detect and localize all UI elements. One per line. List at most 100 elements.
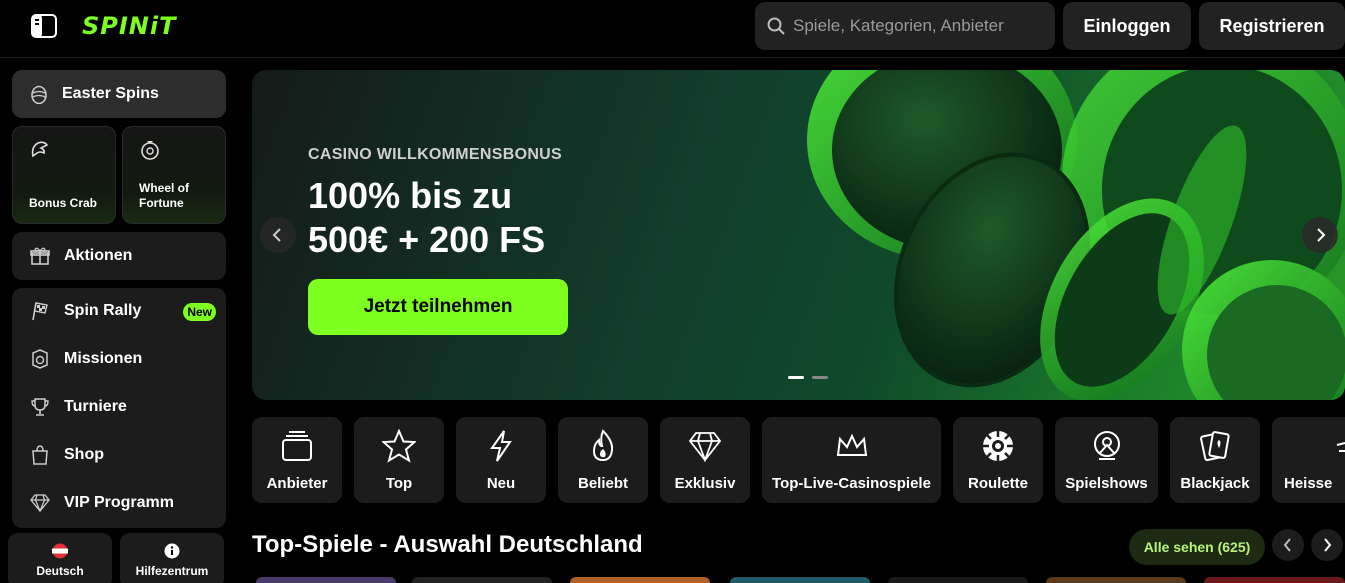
category-label: Exklusiv xyxy=(674,475,736,492)
flame-icon xyxy=(592,429,614,462)
sidebar-item-label: Aktionen xyxy=(64,247,133,264)
sidebar-tile-bonus-crab[interactable]: Bonus Crab xyxy=(12,126,116,224)
sidebar-item-label: Turniere xyxy=(64,398,127,415)
crown-icon xyxy=(836,433,867,456)
banner-prev-button[interactable] xyxy=(260,217,296,253)
game-thumbnail[interactable] xyxy=(412,577,552,583)
banner-pagination xyxy=(788,376,828,379)
easter-egg-icon xyxy=(31,85,47,104)
sidebar-item-shop[interactable]: Shop xyxy=(12,435,226,475)
sidebar-tile-wheel-of-fortune[interactable]: Wheel of Fortune xyxy=(122,126,226,224)
help-center-label: Hilfezentrum xyxy=(135,564,209,578)
category-label: Blackjack xyxy=(1180,475,1250,492)
shopping-bag-icon xyxy=(32,445,48,465)
carousel-prev-button[interactable] xyxy=(1272,529,1304,561)
crab-claw-icon xyxy=(31,141,49,158)
microphone-icon xyxy=(1093,431,1120,460)
language-selector[interactable]: Deutsch xyxy=(8,533,112,583)
game-thumbnail[interactable] xyxy=(888,577,1028,583)
pagination-dot[interactable] xyxy=(812,376,828,379)
tile-label: Bonus Crab xyxy=(29,196,98,210)
star-icon xyxy=(382,429,416,463)
promo-banner[interactable]: CASINO WILLKOMMENSBONUS 100% bis zu 500€… xyxy=(252,70,1345,400)
sidebar-item-label: Shop xyxy=(64,446,104,463)
lightning-icon xyxy=(490,430,512,462)
wheel-icon xyxy=(141,141,159,160)
casino-chips-illustration xyxy=(807,70,1345,400)
sidebar-item-label: Spin Rally xyxy=(64,302,142,319)
cards-icon xyxy=(1200,431,1230,462)
flag-austria-icon xyxy=(52,543,68,559)
category-spielshows[interactable]: Spielshows xyxy=(1055,417,1158,503)
game-thumbnail[interactable] xyxy=(1046,577,1186,583)
banner-title: 100% bis zu 500€ + 200 FS xyxy=(308,174,545,262)
help-center-link[interactable]: Hilfezentrum xyxy=(120,533,224,583)
mission-icon xyxy=(32,349,48,369)
info-icon xyxy=(164,543,180,559)
category-label: Anbieter xyxy=(266,475,328,492)
section-title: Top-Spiele - Auswahl Deutschland xyxy=(252,531,643,558)
checkered-flag-icon xyxy=(32,302,48,321)
sidebar-group: Spin Rally New Missionen Turniere Shop V… xyxy=(12,288,226,528)
diamond-icon xyxy=(30,494,50,513)
sidebar-item-vip-programm[interactable]: VIP Programm xyxy=(12,483,226,523)
category-label: Spielshows xyxy=(1065,475,1148,492)
sidebar-item-aktionen[interactable]: Aktionen xyxy=(12,232,226,280)
chevron-left-icon xyxy=(272,228,281,242)
sidebar-item-label: Easter Spins xyxy=(62,85,159,102)
category-label: Roulette xyxy=(968,475,1028,492)
game-thumbnail[interactable] xyxy=(730,577,870,583)
category-top-live-casinospiele[interactable]: Top-Live-Casinospiele xyxy=(762,417,941,503)
sidebar-item-label: VIP Programm xyxy=(64,494,174,511)
chevron-left-icon xyxy=(1283,538,1291,552)
sidebar-item-missionen[interactable]: Missionen xyxy=(12,339,226,379)
category-heisse[interactable]: Heisse xyxy=(1272,417,1345,503)
category-top[interactable]: Top xyxy=(354,417,444,503)
top-header: SPINiT Einloggen Registrieren xyxy=(0,0,1345,58)
banner-title-line: 100% bis zu xyxy=(308,175,513,216)
search-input[interactable] xyxy=(793,16,1043,36)
login-button[interactable]: Einloggen xyxy=(1063,2,1191,50)
language-label: Deutsch xyxy=(36,564,84,578)
sidebar-item-spin-rally[interactable]: Spin Rally New xyxy=(12,291,226,331)
join-now-button[interactable]: Jetzt teilnehmen xyxy=(308,279,568,335)
diamond-icon xyxy=(688,432,722,463)
search-box[interactable] xyxy=(755,2,1055,50)
category-label: Top-Live-Casinospiele xyxy=(772,475,931,492)
banner-title-line: 500€ + 200 FS xyxy=(308,219,546,260)
pagination-dot-active[interactable] xyxy=(788,376,804,379)
category-roulette[interactable]: Roulette xyxy=(953,417,1043,503)
new-badge: New xyxy=(183,303,216,321)
chevron-right-icon xyxy=(1317,228,1326,242)
search-icon xyxy=(767,17,785,35)
stack-icon xyxy=(282,431,312,461)
sidebar-item-turniere[interactable]: Turniere xyxy=(12,387,226,427)
banner-next-button[interactable] xyxy=(1302,217,1338,253)
register-button[interactable]: Registrieren xyxy=(1199,2,1345,50)
carousel-next-button[interactable] xyxy=(1311,529,1343,561)
game-thumbnail[interactable] xyxy=(1204,577,1345,583)
category-label: Top xyxy=(385,475,413,492)
see-all-button[interactable]: Alle sehen (625) xyxy=(1129,529,1265,565)
chevron-right-icon xyxy=(1324,538,1332,552)
category-label: Neu xyxy=(486,475,516,492)
category-label: Heisse xyxy=(1284,475,1333,492)
sidebar-toggle-icon[interactable] xyxy=(30,13,58,39)
roulette-icon xyxy=(983,431,1013,461)
sidebar-item-easter-spins[interactable]: Easter Spins xyxy=(12,70,226,118)
game-thumbnail[interactable] xyxy=(570,577,710,583)
gift-icon xyxy=(30,247,50,265)
game-thumbnail[interactable] xyxy=(256,577,396,583)
hot-icon xyxy=(1336,442,1345,452)
trophy-icon xyxy=(31,398,49,416)
category-blackjack[interactable]: Blackjack xyxy=(1170,417,1260,503)
category-exklusiv[interactable]: Exklusiv xyxy=(660,417,750,503)
game-thumbnails-row xyxy=(252,577,1345,583)
spinit-logo[interactable]: SPINiT xyxy=(82,12,177,40)
category-anbieter[interactable]: Anbieter xyxy=(252,417,342,503)
category-neu[interactable]: Neu xyxy=(456,417,546,503)
tile-label: Wheel of Fortune xyxy=(139,181,189,210)
category-beliebt[interactable]: Beliebt xyxy=(558,417,648,503)
banner-kicker: CASINO WILLKOMMENSBONUS xyxy=(308,146,563,163)
sidebar-item-label: Missionen xyxy=(64,350,143,367)
